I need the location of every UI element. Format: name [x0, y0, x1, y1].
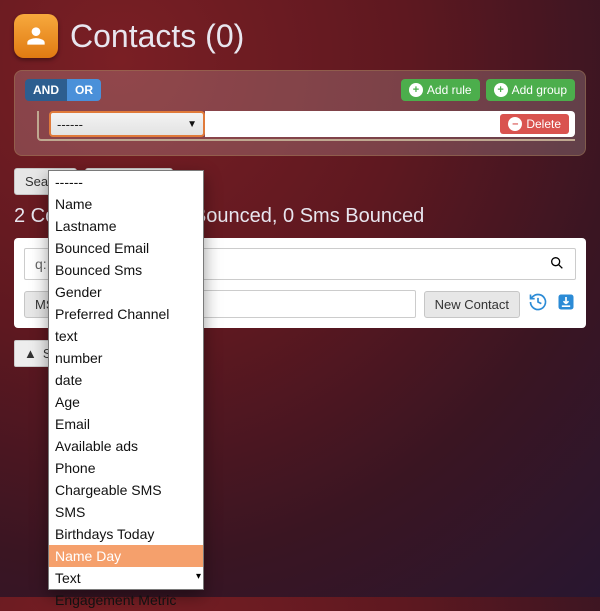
download-icon[interactable] — [556, 292, 576, 317]
page-header: Contacts (0) — [14, 14, 586, 58]
dropdown-option[interactable]: number — [49, 347, 203, 369]
dropdown-option[interactable]: Birthdays Today — [49, 523, 203, 545]
dropdown-option[interactable]: Available ads — [49, 435, 203, 457]
dropdown-option[interactable]: Bounced Email — [49, 237, 203, 259]
dropdown-option[interactable]: Name Day — [49, 545, 203, 567]
history-icon[interactable] — [528, 292, 548, 317]
dropdown-option[interactable]: Lastname — [49, 215, 203, 237]
dropdown-option[interactable]: Preferred Channel — [49, 303, 203, 325]
add-group-button[interactable]: + Add group — [486, 79, 575, 101]
minus-icon: – — [508, 117, 522, 131]
magnifier-icon — [549, 255, 565, 271]
dropdown-option[interactable]: Name — [49, 193, 203, 215]
or-option[interactable]: OR — [67, 79, 101, 101]
add-rule-button[interactable]: + Add rule — [401, 79, 480, 101]
rule-field-select[interactable]: ------ ▼ — [49, 111, 205, 137]
add-rule-label: Add rule — [427, 83, 472, 97]
dropdown-option[interactable]: date — [49, 369, 203, 391]
and-option[interactable]: AND — [25, 79, 67, 101]
dropdown-option[interactable]: ------ — [49, 171, 203, 193]
dropdown-option[interactable]: text — [49, 325, 203, 347]
person-icon — [23, 23, 49, 49]
dropdown-option[interactable]: Chargeable SMS — [49, 479, 203, 501]
dropdown-option[interactable]: Engagement Metric — [49, 589, 203, 611]
delete-label: Delete — [526, 117, 561, 131]
search-icon[interactable] — [539, 255, 575, 274]
delete-rule-button[interactable]: – Delete — [500, 114, 569, 134]
rule-field-dropdown[interactable]: ------NameLastnameBounced EmailBounced S… — [48, 170, 204, 590]
query-builder: AND OR + Add rule + Add group ------ ▼ — [14, 70, 586, 156]
dropdown-option[interactable]: Email — [49, 413, 203, 435]
title-count: (0) — [205, 18, 244, 54]
dropdown-option[interactable]: Age — [49, 391, 203, 413]
triangle-up-icon: ▲ — [24, 346, 37, 361]
title-text: Contacts — [70, 18, 196, 54]
dropdown-option[interactable]: Text — [49, 567, 203, 589]
rule-body: – Delete — [205, 111, 575, 137]
add-group-label: Add group — [512, 83, 567, 97]
dropdown-option[interactable]: Gender — [49, 281, 203, 303]
and-or-toggle[interactable]: AND OR — [25, 79, 101, 101]
page-title: Contacts (0) — [70, 18, 244, 55]
dropdown-option[interactable]: Phone — [49, 457, 203, 479]
dropdown-option[interactable]: Bounced Sms — [49, 259, 203, 281]
new-contact-button[interactable]: New Contact — [424, 291, 520, 318]
chevron-down-icon: ▼ — [187, 119, 197, 130]
contacts-logo-icon — [14, 14, 58, 58]
rule-field-value: ------ — [57, 117, 83, 132]
rule-row: ------ ▼ – Delete — [37, 111, 575, 141]
dropdown-option[interactable]: SMS — [49, 501, 203, 523]
plus-icon: + — [409, 83, 423, 97]
plus-icon: + — [494, 83, 508, 97]
